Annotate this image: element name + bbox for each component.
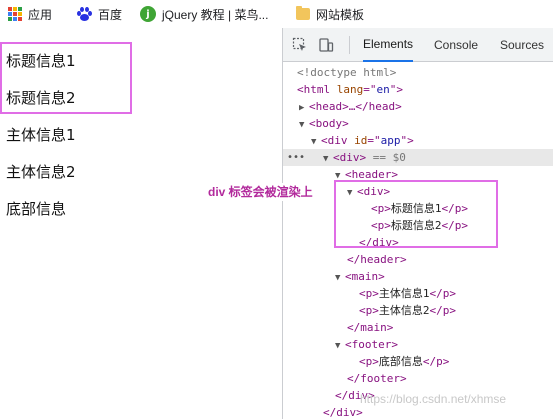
html-attr-value: en: [376, 83, 390, 96]
rendered-page: 标题信息1 标题信息2 主体信息1 主体信息2 底部信息: [0, 28, 282, 419]
tree-row-footer-close[interactable]: </footer>: [283, 370, 553, 387]
div-app-attr-value: app: [380, 134, 401, 147]
bookmark-folder[interactable]: 网站模板: [296, 0, 364, 28]
tree-row-main-close[interactable]: </main>: [283, 319, 553, 336]
body-node: <body>: [309, 117, 349, 130]
tree-row-footer[interactable]: ▼ <footer>: [283, 336, 553, 353]
tree-row-m1[interactable]: <p>主体信息1</p>: [283, 285, 553, 302]
m2-text: 主体信息2: [378, 304, 430, 317]
page-main-line-2: 主体信息2: [6, 163, 76, 181]
tree-row-m2[interactable]: <p>主体信息2</p>: [283, 302, 553, 319]
device-toolbar-icon[interactable]: [318, 37, 334, 53]
header-close-tag: </header>: [347, 253, 407, 266]
tree-row-doctype[interactable]: <!doctype html>: [283, 64, 553, 81]
div-app-tag: <div: [321, 134, 355, 147]
tab-console[interactable]: Console: [434, 28, 478, 62]
selected-node-marker: == $0: [366, 151, 406, 164]
bookmark-baidu[interactable]: 百度: [76, 0, 122, 28]
bookmarks-bar: 应用 百度 j jQuery 教程 | 菜鸟... 网站模板: [0, 0, 553, 28]
jquery-icon: j: [140, 6, 156, 22]
watermark: https://blog.csdn.net/xhmse: [360, 392, 507, 406]
folder-icon: [296, 6, 310, 20]
bookmark-label: 网站模板: [316, 7, 365, 22]
inner-div-highlight-box: [334, 180, 498, 248]
bookmark-label: 百度: [98, 7, 123, 22]
footer-tag: <footer>: [345, 338, 398, 351]
doctype-node: <!doctype html>: [297, 66, 397, 79]
annotation-label: div 标签会被渲染上: [206, 183, 315, 201]
app-div-close-tag: </div>: [323, 406, 363, 419]
page-main-line-1: 主体信息1: [6, 126, 76, 144]
html-tag: <html: [297, 83, 337, 96]
tree-row-head[interactable]: ▶ <head>…</head>: [283, 98, 553, 115]
footer-close-tag: </footer>: [347, 372, 407, 385]
more-options-icon[interactable]: •••: [287, 149, 305, 166]
p-open-tag: <p>: [359, 304, 379, 317]
main-tag: <main>: [345, 270, 385, 283]
devtools-toolbar: Elements Console Sources: [283, 28, 553, 62]
tab-elements[interactable]: Elements: [363, 28, 414, 62]
page-header-line-2: 标题信息2: [6, 89, 76, 107]
p-close-tag: </p>: [422, 355, 450, 368]
baidu-paw-icon: [76, 6, 92, 22]
tree-row-header-close[interactable]: </header>: [283, 251, 553, 268]
div-app-attr: id: [354, 134, 368, 147]
p-close-tag: </p>: [429, 304, 457, 317]
bookmark-jquery[interactable]: j jQuery 教程 | 菜鸟...: [140, 0, 268, 28]
p-open-tag: <p>: [359, 287, 379, 300]
tree-row-body[interactable]: ▼ <body>: [283, 115, 553, 132]
head-node: <head>…</head>: [309, 100, 402, 113]
page-header-line-1: 标题信息1: [6, 52, 76, 70]
div-app-tag-end: >: [407, 134, 414, 147]
p-close-tag: </p>: [429, 287, 457, 300]
toolbar-separator: [349, 36, 350, 54]
tree-row-app-close[interactable]: </div>: [283, 404, 553, 419]
html-tag-end: ">: [389, 83, 403, 96]
tree-row-main[interactable]: ▼ <main>: [283, 268, 553, 285]
bookmark-label: jQuery 教程 | 菜鸟...: [162, 7, 269, 22]
p-open-tag: <p>: [359, 355, 379, 368]
html-eq: =": [363, 83, 377, 96]
html-attr: lang: [336, 83, 364, 96]
bookmark-apps[interactable]: 应用: [8, 0, 52, 28]
tree-row-div-selected[interactable]: ••• ▼ <div> == $0: [283, 149, 553, 166]
tree-row-f1[interactable]: <p>底部信息</p>: [283, 353, 553, 370]
page-footer-line: 底部信息: [6, 200, 67, 218]
inspect-element-icon[interactable]: [292, 37, 308, 53]
apps-grid-icon: [8, 7, 22, 21]
tab-sources[interactable]: Sources: [500, 28, 544, 62]
m1-text: 主体信息1: [378, 287, 430, 300]
div-selected-tag: <div>: [333, 151, 367, 164]
f1-text: 底部信息: [378, 355, 423, 368]
main-close-tag: </main>: [347, 321, 394, 334]
tree-row-div-app[interactable]: ▼ <div id="app">: [283, 132, 553, 149]
bookmark-label: 应用: [28, 7, 53, 22]
tree-row-html[interactable]: <html lang="en">: [283, 81, 553, 98]
